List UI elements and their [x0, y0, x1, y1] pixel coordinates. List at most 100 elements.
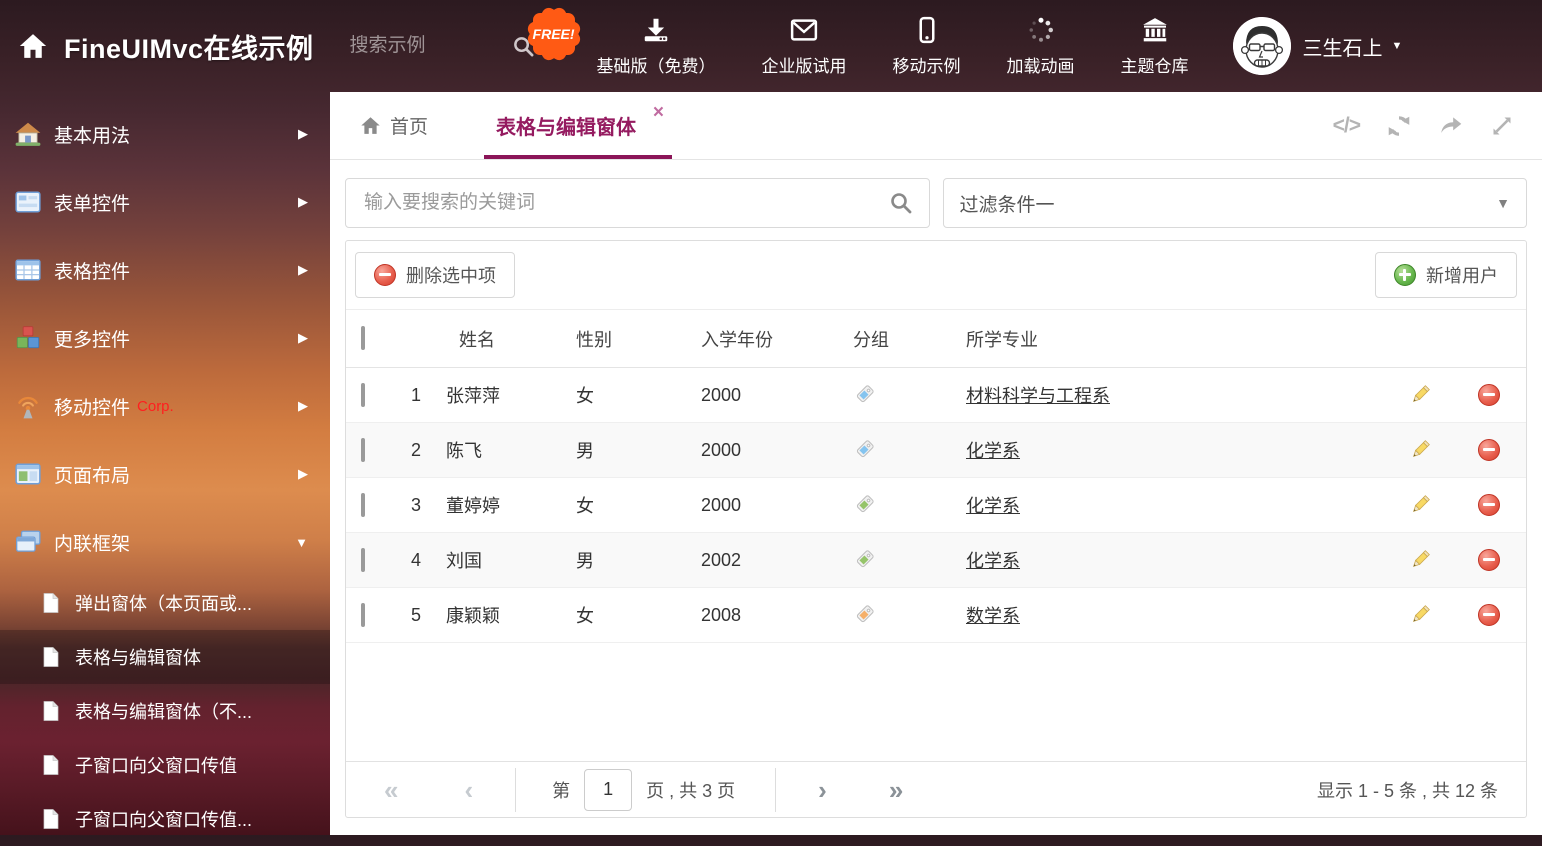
- frames-icon: [14, 528, 42, 556]
- free-badge: FREE!: [523, 3, 585, 65]
- sidebar-item-iframe[interactable]: 内联框架 ▼: [0, 508, 330, 576]
- filter-selected-value: 过滤条件一: [960, 190, 1055, 217]
- page-number-input[interactable]: [584, 769, 632, 811]
- major-link[interactable]: 化学系: [966, 441, 1020, 461]
- sidebar-subitem-grid-edit-window-2[interactable]: 表格与编辑窗体（不...: [0, 684, 330, 738]
- sidebar-item-label: 更多控件: [54, 325, 130, 352]
- table-empty-space: [346, 643, 1526, 761]
- tag-icon: [853, 604, 875, 626]
- refresh-icon[interactable]: [1386, 113, 1412, 139]
- major-link[interactable]: 化学系: [966, 496, 1020, 516]
- delete-button[interactable]: [1478, 549, 1500, 571]
- tab-bar: 首页 表格与编辑窗体 × </>: [330, 92, 1542, 160]
- prev-page-button[interactable]: ‹: [464, 777, 473, 803]
- major-link[interactable]: 数学系: [966, 606, 1020, 626]
- sidebar-subitem-label: 子窗口向父窗口传值...: [75, 806, 252, 832]
- divider: [775, 768, 776, 812]
- last-page-button[interactable]: »: [889, 777, 903, 803]
- delete-button[interactable]: [1478, 604, 1500, 626]
- table-row: 3 董婷婷 女 2000 化学系: [346, 478, 1526, 533]
- edit-button[interactable]: [1409, 439, 1431, 461]
- nav-item-label: 加载动画: [1007, 52, 1075, 77]
- add-user-button[interactable]: 新增用户: [1375, 252, 1517, 298]
- username[interactable]: 三生石上: [1303, 32, 1383, 61]
- cubes-icon: [14, 324, 42, 352]
- sidebar-item-basic-usage[interactable]: 基本用法 ▶: [0, 100, 330, 168]
- home-icon[interactable]: [16, 29, 50, 63]
- nav-item-loading-anim[interactable]: 加载动画: [1007, 15, 1075, 77]
- search-icon[interactable]: [889, 191, 913, 215]
- sidebar-subitem-grid-edit-window[interactable]: 表格与编辑窗体: [0, 630, 330, 684]
- document-icon: [40, 592, 62, 614]
- table-row: 1 张萍萍 女 2000 材料科学与工程系: [346, 368, 1526, 423]
- mobile-icon: [912, 15, 942, 45]
- layout-icon: [14, 460, 42, 488]
- share-arrow-icon[interactable]: [1438, 113, 1464, 139]
- row-number: 3: [390, 495, 442, 516]
- row-checkbox[interactable]: [361, 383, 365, 407]
- top-search: [348, 34, 535, 58]
- nav-item-enterprise-trial[interactable]: 企业版试用: [762, 15, 847, 77]
- sidebar-item-form-controls[interactable]: 表单控件 ▶: [0, 168, 330, 236]
- close-icon[interactable]: ×: [653, 103, 664, 122]
- keyword-search-field[interactable]: [345, 178, 930, 228]
- filter-dropdown[interactable]: 过滤条件一 ▼: [943, 178, 1528, 228]
- tag-icon: [853, 384, 875, 406]
- sidebar-item-grid-controls[interactable]: 表格控件 ▶: [0, 236, 330, 304]
- chevron-right-icon: ▶: [298, 194, 308, 210]
- delete-selected-button[interactable]: 删除选中项: [355, 252, 515, 298]
- col-header-major: 所学专业: [962, 326, 1388, 352]
- sidebar-subitem-child-to-parent-2[interactable]: 子窗口向父窗口传值...: [0, 792, 330, 846]
- sidebar-subitem-popup-window[interactable]: 弹出窗体（本页面或...: [0, 576, 330, 630]
- cell-gender: 男: [572, 437, 697, 463]
- row-checkbox[interactable]: [361, 438, 365, 462]
- expand-icon[interactable]: [1490, 114, 1514, 138]
- row-number: 2: [390, 440, 442, 461]
- major-link[interactable]: 化学系: [966, 551, 1020, 571]
- next-page-button[interactable]: ›: [818, 777, 827, 803]
- delete-button[interactable]: [1478, 384, 1500, 406]
- pencil-icon: [1409, 604, 1431, 626]
- delete-button[interactable]: [1478, 494, 1500, 516]
- col-header-gender: 性别: [572, 326, 697, 352]
- app-title: FineUIMvc在线示例: [64, 27, 314, 66]
- sidebar-subitem-label: 弹出窗体（本页面或...: [75, 590, 252, 616]
- major-link[interactable]: 材料科学与工程系: [966, 386, 1110, 406]
- nav-item-mobile-demo[interactable]: 移动示例: [893, 15, 961, 77]
- delete-button[interactable]: [1478, 439, 1500, 461]
- avatar[interactable]: [1233, 17, 1291, 75]
- grid-toolbar: 删除选中项 新增用户: [346, 241, 1526, 310]
- chevron-right-icon: ▶: [298, 398, 308, 414]
- spinner-icon: [1026, 15, 1056, 45]
- view-source-icon[interactable]: </>: [1333, 114, 1360, 138]
- table-row: 4 刘国 男 2002 化学系: [346, 533, 1526, 588]
- top-search-input[interactable]: [348, 34, 498, 58]
- tab-grid-edit-window[interactable]: 表格与编辑窗体 ×: [484, 92, 672, 159]
- edit-button[interactable]: [1409, 384, 1431, 406]
- select-all-checkbox[interactable]: [361, 326, 365, 350]
- sidebar-item-more-controls[interactable]: 更多控件 ▶: [0, 304, 330, 372]
- sidebar-item-page-layout[interactable]: 页面布局 ▶: [0, 440, 330, 508]
- row-checkbox[interactable]: [361, 548, 365, 572]
- sidebar-item-label: 内联框架: [54, 529, 130, 556]
- edit-button[interactable]: [1409, 494, 1431, 516]
- sidebar-subitem-child-to-parent[interactable]: 子窗口向父窗口传值: [0, 738, 330, 792]
- add-user-label: 新增用户: [1426, 262, 1498, 288]
- edit-button[interactable]: [1409, 549, 1431, 571]
- nav-item-basic-free[interactable]: FREE! 基础版（免费）: [597, 15, 716, 77]
- row-checkbox[interactable]: [361, 493, 365, 517]
- nav-item-theme-repo[interactable]: 主题仓库: [1121, 15, 1189, 77]
- tab-home[interactable]: 首页: [360, 92, 428, 159]
- cell-year: 2000: [697, 440, 849, 461]
- row-checkbox[interactable]: [361, 603, 365, 627]
- form-icon: [14, 188, 42, 216]
- edit-button[interactable]: [1409, 604, 1431, 626]
- sidebar: 基本用法 ▶ 表单控件 ▶ 表格控件 ▶ 更多控件 ▶ 移动控件 Corp. ▶…: [0, 92, 330, 835]
- user-menu[interactable]: 三生石上 ▼: [1233, 17, 1403, 75]
- keyword-search-input[interactable]: [362, 191, 889, 215]
- first-page-button[interactable]: «: [384, 777, 398, 803]
- sidebar-item-mobile-controls[interactable]: 移动控件 Corp. ▶: [0, 372, 330, 440]
- table-header: 姓名 性别 入学年份 分组 所学专业: [346, 310, 1526, 368]
- table-row: 5 康颖颖 女 2008 数学系: [346, 588, 1526, 643]
- tag-icon: [853, 494, 875, 516]
